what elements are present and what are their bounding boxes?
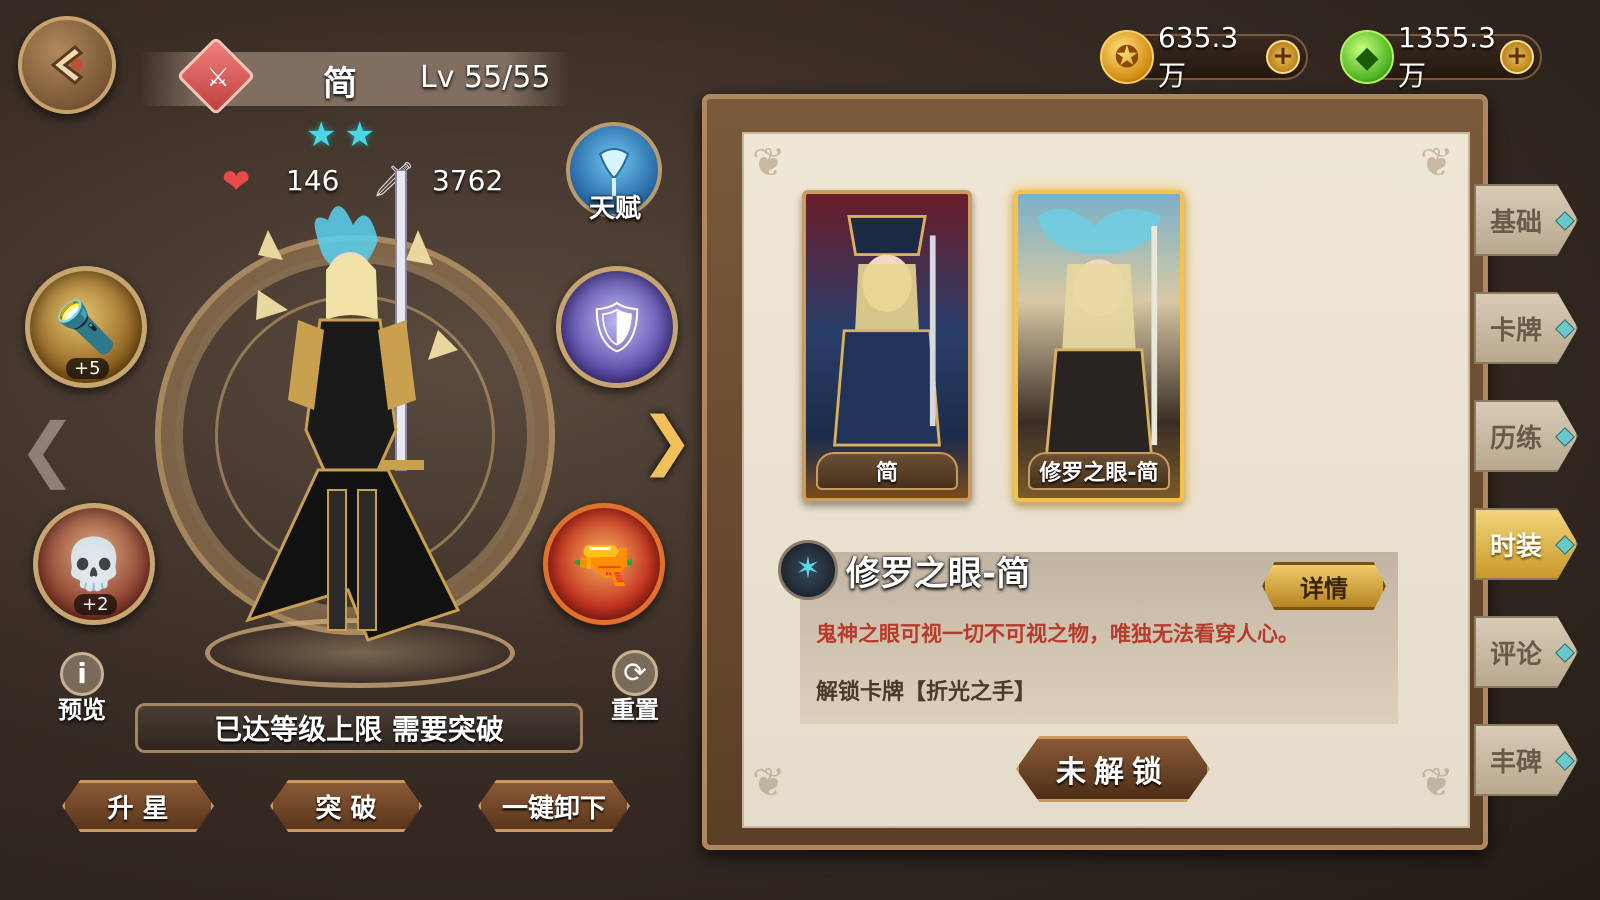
skin-unlock-requirement: 解锁卡牌【折光之手】 xyxy=(816,680,1037,705)
tab-basic[interactable]: 基础 xyxy=(1474,184,1578,256)
tab-comments[interactable]: 评论 xyxy=(1474,616,1578,688)
tab-label: 历练 xyxy=(1490,423,1543,454)
gem-currency: ◆ 1355.3万 + xyxy=(1340,21,1542,92)
skin-locked-button[interactable]: 未解锁 xyxy=(1016,736,1210,802)
tab-label: 评论 xyxy=(1490,639,1543,670)
level-cap-status: 已达等级上限 需要突破 xyxy=(135,703,583,753)
shoulder-armor-icon: 🛡 xyxy=(585,297,649,356)
skin-description: 鬼神之眼可视一切不可视之物，唯独无法看穿人心。 xyxy=(816,622,1299,646)
add-gold-button[interactable]: + xyxy=(1266,40,1300,74)
gold-coin-icon: ✪ xyxy=(1100,30,1154,84)
corner-ornament-icon: ❦ xyxy=(1420,760,1454,806)
torch-weapon-icon: 🔦 xyxy=(54,297,118,356)
tab-gem-icon xyxy=(1555,319,1575,339)
skin-title: 修罗之眼-简 xyxy=(846,554,1031,594)
star-up-button[interactable]: 升 星 xyxy=(62,780,214,832)
tab-label: 丰碑 xyxy=(1490,747,1543,778)
back-arrow-icon xyxy=(50,44,84,86)
tab-label: 时装 xyxy=(1490,531,1543,562)
rune-emblem-icon: ✶ xyxy=(778,540,838,600)
hero-name: 简 xyxy=(323,64,357,104)
prev-hero-chevron-icon[interactable]: ❮ xyxy=(18,408,77,490)
tab-label: 基础 xyxy=(1490,207,1543,238)
hero-portrait[interactable] xyxy=(228,170,478,660)
preview-label[interactable]: 预览 xyxy=(52,690,112,725)
tab-gem-icon xyxy=(1555,535,1575,555)
armor-slot[interactable]: 🛡 xyxy=(556,266,678,388)
skull-crown-icon: 💀 xyxy=(62,534,126,593)
skin-label: 简 xyxy=(816,452,958,490)
back-button[interactable] xyxy=(18,16,116,114)
tab-gem-icon xyxy=(1555,751,1575,771)
gatling-gun-icon: 🔫 xyxy=(572,534,636,593)
next-hero-chevron-icon[interactable]: ❯ xyxy=(640,404,694,478)
tab-label: 卡牌 xyxy=(1490,315,1543,346)
skin-card-default[interactable]: 简 xyxy=(802,190,972,502)
sword-class-icon: ⚔ xyxy=(206,63,230,93)
skin-label: 修罗之眼-简 xyxy=(1028,452,1170,490)
corner-ornament-icon: ❦ xyxy=(1420,140,1454,186)
gem-value: 1355.3万 xyxy=(1398,20,1496,92)
tab-gem-icon xyxy=(1555,211,1575,231)
reset-label[interactable]: 重置 xyxy=(604,690,666,725)
gold-currency: ✪ 635.3万 + xyxy=(1100,21,1308,92)
hero-level: Lv 55/55 xyxy=(420,60,551,95)
tab-cards[interactable]: 卡牌 xyxy=(1474,292,1578,364)
skin-detail-button[interactable]: 详情 xyxy=(1262,562,1386,610)
skin-card-asura-eye[interactable]: 修罗之眼-简 xyxy=(1014,190,1184,502)
accessory-level-badge: +2 xyxy=(74,594,117,615)
breakthrough-button[interactable]: 突 破 xyxy=(270,780,422,832)
corner-ornament-icon: ❦ xyxy=(752,760,786,806)
hero-stars: ★★ xyxy=(306,115,383,155)
tab-monument[interactable]: 丰碑 xyxy=(1474,724,1578,796)
tab-fashion[interactable]: 时装 xyxy=(1474,508,1578,580)
gatling-slot[interactable]: 🔫 xyxy=(543,503,665,625)
weapon-level-badge: +5 xyxy=(66,358,109,379)
tab-gem-icon xyxy=(1555,427,1575,447)
talent-label: 天赋 xyxy=(588,194,641,224)
unequip-all-button[interactable]: 一键卸下 xyxy=(478,780,630,832)
tab-gem-icon xyxy=(1555,643,1575,663)
gold-value: 635.3万 xyxy=(1158,20,1239,92)
corner-ornament-icon: ❦ xyxy=(752,140,786,186)
tab-training[interactable]: 历练 xyxy=(1474,400,1578,472)
add-gems-button[interactable]: + xyxy=(1500,40,1534,74)
green-gem-icon: ◆ xyxy=(1340,30,1394,84)
